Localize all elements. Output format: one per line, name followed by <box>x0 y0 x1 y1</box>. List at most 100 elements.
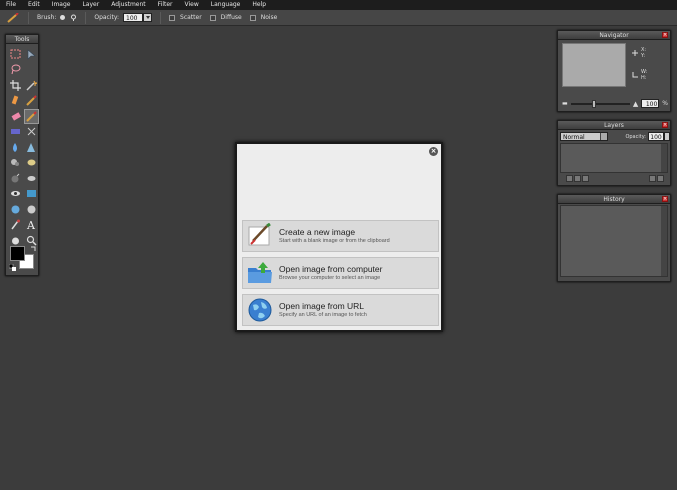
smudge-tool-icon[interactable] <box>8 156 23 171</box>
menu-bar: File Edit Image Layer Adjustment Filter … <box>0 0 677 10</box>
noise-checkbox[interactable] <box>249 14 256 21</box>
fill-tool-icon[interactable] <box>8 125 23 140</box>
layer-opacity-input[interactable]: 100 <box>648 132 664 141</box>
navigator-title: Navigator <box>558 31 670 40</box>
drawing-tool-icon[interactable] <box>24 202 39 217</box>
lasso-tool-icon[interactable] <box>8 63 23 78</box>
blend-mode-value: Normal <box>563 134 585 141</box>
menu-view[interactable]: View <box>179 0 205 10</box>
menu-image[interactable]: Image <box>46 0 77 10</box>
zoom-unit: % <box>662 100 668 107</box>
scatter-checkbox[interactable] <box>169 14 176 21</box>
crosshair-icon <box>632 50 638 56</box>
close-history-icon[interactable]: × <box>662 196 668 202</box>
layers-scrollbar[interactable] <box>661 144 667 172</box>
layer-opacity-dropdown[interactable] <box>664 132 670 141</box>
brush-size-dot-icon[interactable] <box>60 15 66 20</box>
blur-tool-icon[interactable] <box>8 140 23 155</box>
menu-language[interactable]: Language <box>205 0 247 10</box>
zoom-slider-thumb[interactable] <box>591 99 596 108</box>
close-dialog-icon[interactable]: × <box>429 147 438 156</box>
pencil-tool-icon[interactable] <box>8 94 23 109</box>
position-readout: X: Y: <box>632 47 668 59</box>
y-label: Y: <box>641 53 646 59</box>
folder-upload-icon <box>247 260 273 286</box>
zoom-slider[interactable] <box>570 99 630 108</box>
link-layers-icon[interactable] <box>566 174 573 182</box>
dodge-tool-icon[interactable] <box>24 171 39 186</box>
clone-stamp-tool-icon[interactable] <box>24 187 39 202</box>
reset-colors-icon[interactable] <box>8 263 16 271</box>
open-from-url-text: Open image from URL Specify an URL of an… <box>279 301 367 319</box>
layer-mask-icon[interactable] <box>582 174 589 182</box>
open-from-computer-subtitle: Browse your computer to select an image <box>279 275 381 281</box>
zoom-row: ▬ ▲ 100 % <box>562 99 668 108</box>
current-tool-brush-icon[interactable] <box>6 12 20 24</box>
opacity-dropdown-button[interactable] <box>143 13 153 22</box>
create-new-image-button[interactable]: Create a new image Start with a blank im… <box>242 220 439 252</box>
start-dialog: × Create a new image Start with a blank … <box>235 142 443 332</box>
menu-help[interactable]: Help <box>246 0 272 10</box>
open-from-url-title: Open image from URL <box>279 301 365 311</box>
blend-mode-select[interactable]: Normal <box>560 132 608 141</box>
type-tool-icon[interactable]: A <box>24 218 39 233</box>
history-list[interactable] <box>560 205 668 277</box>
paintbrush-canvas-icon <box>247 223 273 249</box>
layers-list[interactable] <box>560 143 668 173</box>
history-scrollbar[interactable] <box>661 206 667 276</box>
globe-icon <box>247 297 273 323</box>
h-label: H: <box>641 75 647 81</box>
close-layers-icon[interactable]: × <box>662 122 668 128</box>
menu-edit[interactable]: Edit <box>22 0 46 10</box>
create-new-image-title: Create a new image <box>279 227 356 237</box>
scatter-label: Scatter <box>180 14 202 21</box>
zoom-input[interactable]: 100 <box>641 99 660 108</box>
marquee-tool-icon[interactable] <box>8 47 23 62</box>
active-brush-tool-icon[interactable] <box>24 109 39 124</box>
magic-wand-tool-icon[interactable] <box>24 78 39 93</box>
delete-layer-icon[interactable] <box>657 174 664 182</box>
red-eye-tool-icon[interactable] <box>8 187 23 202</box>
navigator-preview[interactable] <box>562 43 626 87</box>
close-navigator-icon[interactable]: × <box>662 32 668 38</box>
open-from-computer-text: Open image from computer Browse your com… <box>279 264 382 282</box>
zoom-in-icon[interactable]: ▲ <box>633 100 638 108</box>
open-from-url-button[interactable]: Open image from URL Specify an URL of an… <box>242 294 439 326</box>
menu-file[interactable]: File <box>0 0 22 10</box>
color-replace-tool-icon[interactable] <box>8 202 23 217</box>
zoom-out-icon[interactable]: ▬ <box>562 100 568 107</box>
menu-adjustment[interactable]: Adjustment <box>105 0 151 10</box>
tool-options-bar: Brush: Opacity: 100 Scatter Diffuse Nois… <box>0 10 677 26</box>
sponge-tool-icon[interactable] <box>24 156 39 171</box>
opacity-input[interactable]: 100 <box>123 13 144 22</box>
svg-text:A: A <box>26 219 36 230</box>
layer-style-icon[interactable] <box>574 174 581 182</box>
blank-tool-slot <box>24 63 39 78</box>
layers-title: Layers <box>558 121 670 130</box>
brush-picker-icon[interactable] <box>69 14 77 22</box>
tools-panel-title: Tools <box>6 35 38 44</box>
noise-label: Noise <box>260 14 278 21</box>
sharpen-tool-icon[interactable] <box>24 140 39 155</box>
burn-tool-icon[interactable] <box>8 171 23 186</box>
new-layer-icon[interactable] <box>649 174 656 182</box>
brush-label: Brush: <box>37 14 57 21</box>
history-panel: History × <box>557 194 671 282</box>
diffuse-checkbox[interactable] <box>209 14 216 21</box>
separator <box>160 11 162 24</box>
open-from-computer-button[interactable]: Open image from computer Browse your com… <box>242 257 439 289</box>
layer-opacity-label: Opacity: <box>625 133 646 140</box>
crop-tool-icon[interactable] <box>8 78 23 93</box>
color-picker-tool-icon[interactable] <box>8 218 23 233</box>
foreground-color-swatch[interactable] <box>10 246 25 261</box>
eraser-tool-icon[interactable] <box>8 109 23 124</box>
menu-filter[interactable]: Filter <box>152 0 179 10</box>
gradient-tool-icon[interactable] <box>24 125 39 140</box>
menu-layer[interactable]: Layer <box>76 0 105 10</box>
color-swatches <box>8 245 37 271</box>
layers-footer <box>560 174 668 182</box>
swap-colors-icon[interactable] <box>30 245 37 252</box>
brush-tool-icon[interactable] <box>24 94 39 109</box>
move-tool-icon[interactable] <box>24 47 39 62</box>
create-new-image-subtitle: Start with a blank image or from the cli… <box>279 238 390 244</box>
